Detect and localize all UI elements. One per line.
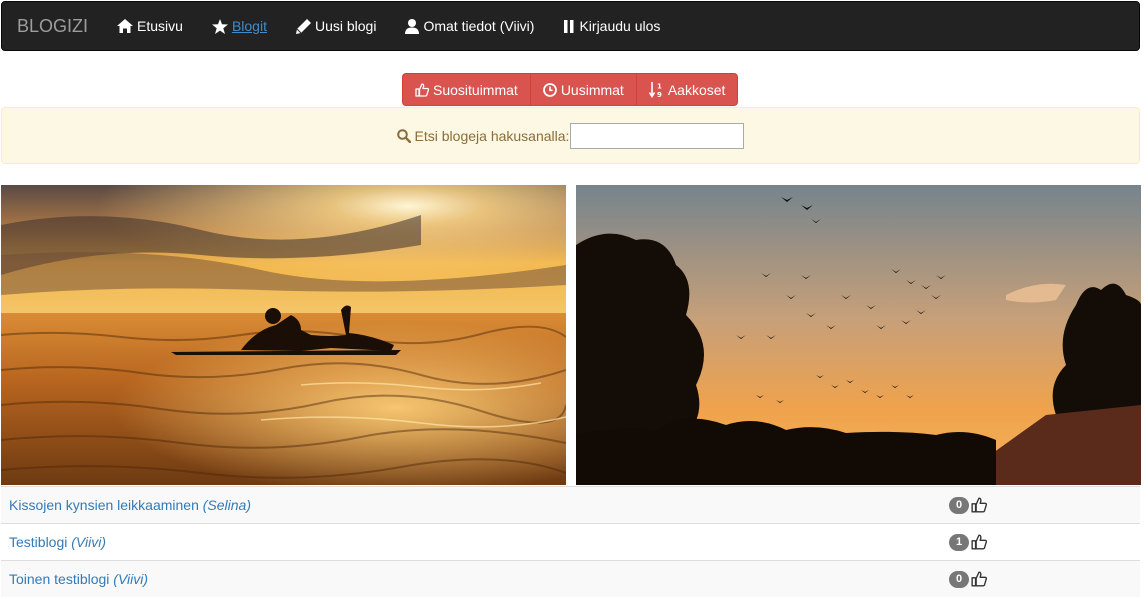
thumbs-up-icon [415,82,429,97]
blog-link[interactable]: Toinen testiblogi (Viivi) [1,571,148,587]
svg-text:9: 9 [657,91,662,98]
likes-badge: 1 [949,533,969,551]
likes-counter: 0 [949,570,987,588]
nav-item-home[interactable]: Etusivu [117,18,183,34]
likes-counter: 0 [949,496,987,514]
sort-button-group: Suosituimmat Uusimmat 1 9 Aakkoset [402,73,739,106]
likes-badge: 0 [949,570,969,588]
search-panel: Etsi blogeja hakusanalla: [1,107,1140,164]
blog-link[interactable]: Testiblogi (Viivi) [1,534,106,550]
thumbs-up-icon[interactable] [971,497,987,513]
search-label: Etsi blogeja hakusanalla: [414,127,570,144]
blog-link[interactable]: Kissojen kynsien leikkaaminen (Selina) [1,497,251,513]
sort-newest-button[interactable]: Uusimmat [529,73,637,106]
birds-sunset-image [576,185,1141,485]
table-row: Kissojen kynsien leikkaaminen (Selina) 0 [1,486,1140,523]
blog-title: Toinen testiblogi [9,571,110,587]
thumbs-up-icon[interactable] [971,534,987,550]
likes-badge: 0 [949,496,969,514]
sort-alphabetical-button[interactable]: 1 9 Aakkoset [635,73,739,106]
nav-item-blogs[interactable]: Blogit [211,18,267,34]
blog-author: (Selina) [202,497,252,513]
nav-item-label: Blogit [231,18,267,34]
clock-icon [542,82,557,97]
nav-item-profile[interactable]: Omat tiedot (Viivi) [405,18,534,34]
search-icon [396,128,411,143]
brand-logo[interactable]: BLOGIZI [2,16,103,37]
nav-item-new-blog[interactable]: Uusi blogi [295,18,377,34]
sort-button-label: Suosituimmat [433,81,518,98]
blog-author: (Viivi) [113,571,149,587]
star-icon [211,18,228,34]
pause-icon [564,19,574,33]
pencil-icon [295,18,311,34]
nav-item-label: Kirjaudu ulos [579,18,661,34]
nav-item-logout[interactable]: Kirjaudu ulos [563,18,660,34]
blog-title: Testiblogi [9,534,68,550]
nav-item-label: Omat tiedot (Viivi) [423,18,535,34]
top-navbar: BLOGIZI Etusivu Blogit Uusi blogi Omat t… [1,1,1140,51]
blog-author: (Viivi) [71,534,107,550]
home-icon [117,19,134,33]
nav-item-label: Uusi blogi [314,18,377,34]
surfer-sunset-image [1,185,566,485]
sort-button-label: Uusimmat [560,81,624,98]
blog-list: Kissojen kynsien leikkaaminen (Selina) 0… [1,486,1140,597]
svg-text:1: 1 [657,82,662,90]
likes-counter: 1 [949,533,987,551]
sort-popular-button[interactable]: Suosituimmat [402,73,531,106]
sort-button-label: Aakkoset [667,81,726,98]
user-icon [405,18,420,34]
blog-title: Kissojen kynsien leikkaaminen [9,497,199,513]
table-row: Testiblogi (Viivi) 1 [1,523,1140,560]
table-row: Toinen testiblogi (Viivi) 0 [1,560,1140,597]
nav-item-label: Etusivu [137,18,183,34]
search-input[interactable] [570,122,745,149]
sort-alphabet-icon: 1 9 [648,81,662,98]
thumbs-up-icon[interactable] [971,571,987,587]
